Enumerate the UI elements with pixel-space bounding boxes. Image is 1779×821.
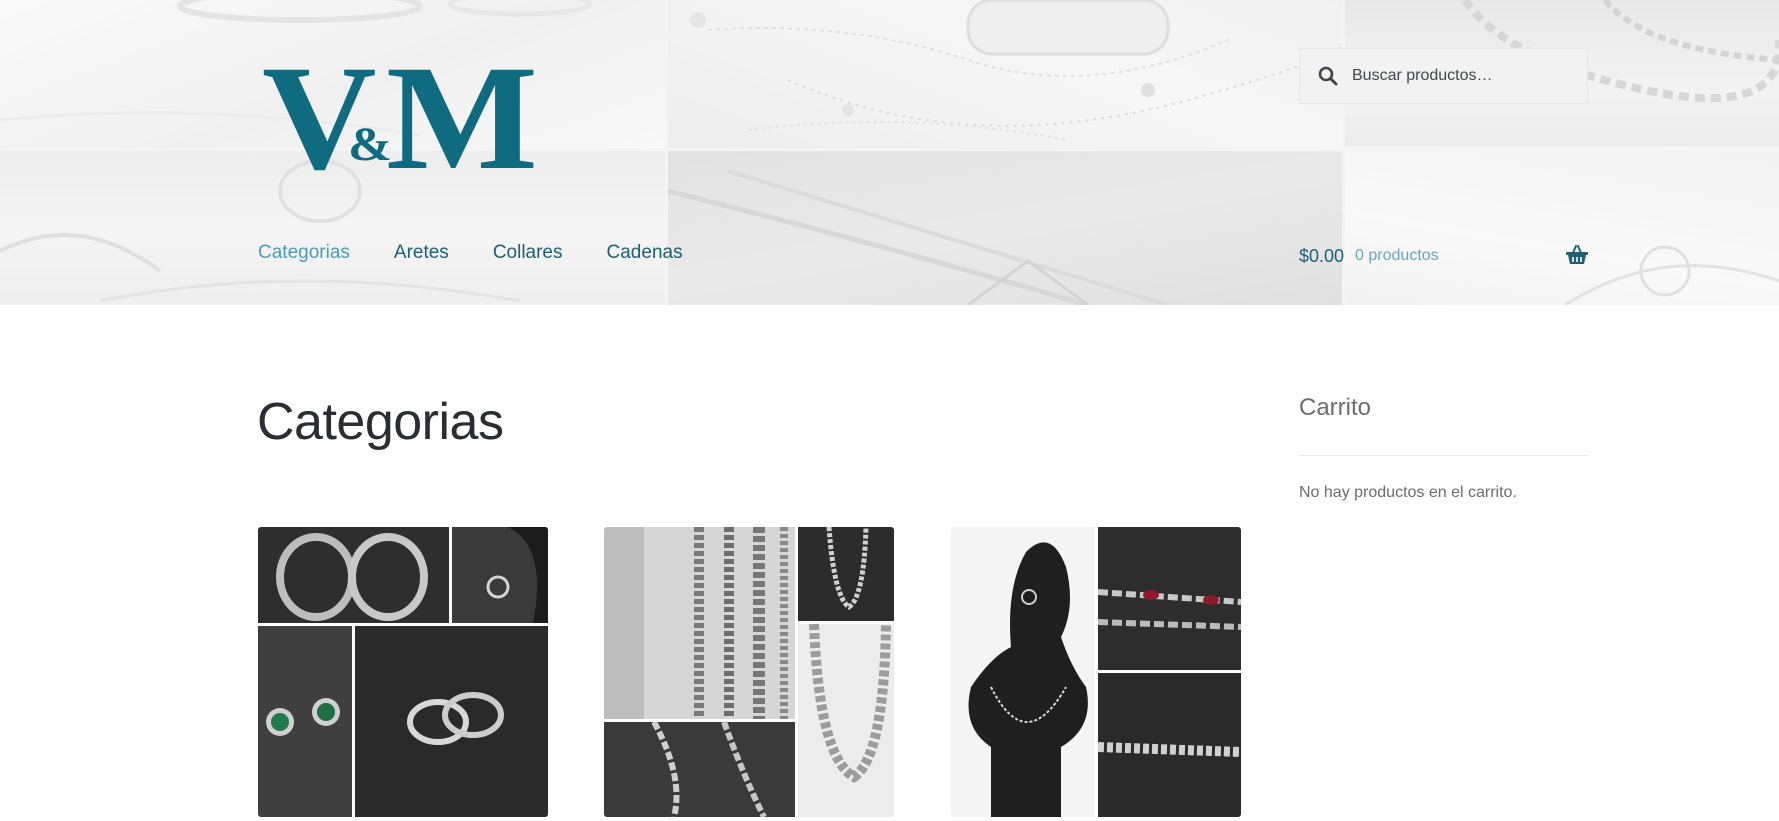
category-card-cadenas[interactable] [604, 527, 894, 817]
nav-item-cadenas[interactable]: Cadenas [607, 242, 683, 264]
earrings-collage-image [258, 527, 548, 817]
primary-navigation: Categorias Aretes Collares Cadenas [258, 242, 727, 264]
search-icon[interactable] [1318, 66, 1338, 86]
basket-icon [1566, 245, 1588, 264]
nav-item-collares[interactable]: Collares [493, 242, 563, 264]
page-title: Categorias [257, 393, 504, 451]
category-grid [258, 527, 1242, 819]
cart-item-count: 0 productos [1355, 247, 1439, 264]
nav-item-aretes[interactable]: Aretes [394, 242, 449, 264]
site-logo[interactable]: V & M [262, 35, 542, 201]
product-search [1299, 48, 1588, 104]
site-header: V & M Categorias Aretes Collares Cadenas… [0, 0, 1779, 305]
header-cart-link[interactable]: $0.00 0 productos [1299, 243, 1589, 269]
category-card-aretes[interactable] [258, 527, 548, 817]
svg-text:M: M [386, 46, 538, 176]
chains-collage-image [604, 527, 894, 817]
category-card-collares[interactable] [951, 527, 1241, 817]
cart-empty-message: No hay productos en el carrito. [1299, 484, 1517, 501]
nav-item-categorias[interactable]: Categorias [258, 242, 350, 264]
search-input[interactable] [1352, 67, 1572, 85]
cart-amount: $0.00 [1299, 245, 1345, 266]
necklaces-collage-image [951, 527, 1241, 817]
cart-widget-title: Carrito [1299, 394, 1372, 421]
cart-widget-divider [1299, 455, 1588, 456]
